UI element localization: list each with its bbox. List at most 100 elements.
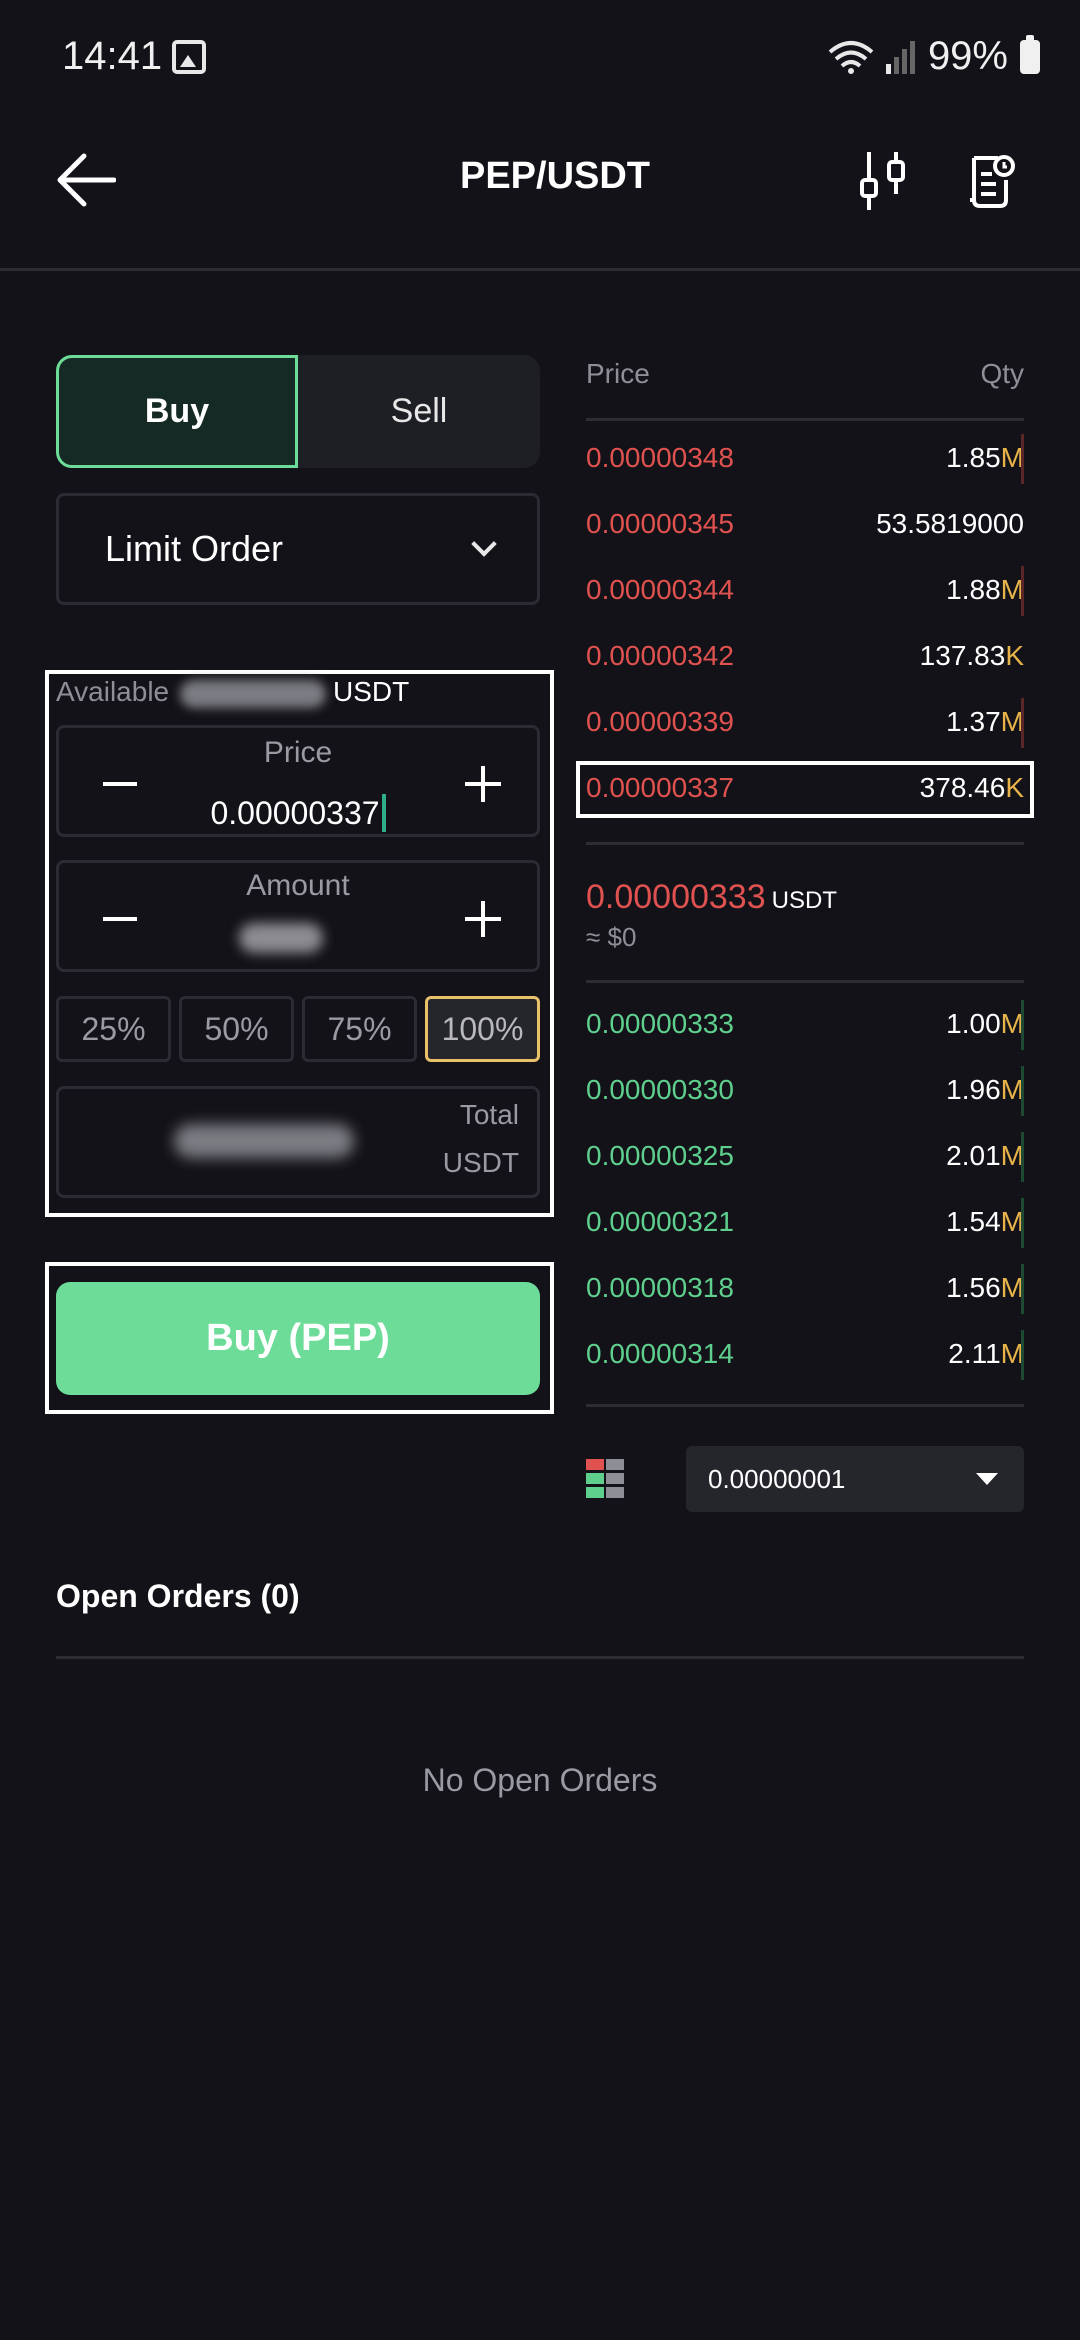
orderbook-divider [586, 980, 1024, 983]
bid-qty: 1.54M [946, 1206, 1024, 1237]
ask-qty: 378.46K [919, 772, 1024, 803]
ask-row[interactable]: 0.00000339 1.37M [586, 698, 1024, 748]
ask-depth-bar [1021, 566, 1024, 616]
amount-label: Amount [246, 869, 350, 902]
amount-decrement-button[interactable] [103, 917, 137, 921]
bid-qty: 1.56M [946, 1272, 1024, 1303]
last-price-unit: USDT [771, 887, 837, 914]
bid-row[interactable]: 0.00000325 2.01M [586, 1132, 1024, 1182]
amount-field[interactable]: Amount [56, 860, 540, 972]
percent-100-button[interactable]: 100% [425, 996, 540, 1062]
open-orders-divider [56, 1656, 1024, 1659]
total-value-redacted [174, 1124, 354, 1158]
percent-50-button[interactable]: 50% [179, 996, 294, 1062]
bid-row[interactable]: 0.00000333 1.00M [586, 1000, 1024, 1050]
bid-price: 0.00000318 [586, 1272, 734, 1303]
bid-depth-bar [1021, 1000, 1024, 1050]
bid-price: 0.00000330 [586, 1074, 734, 1105]
percent-25-button[interactable]: 25% [56, 996, 171, 1062]
ask-price: 0.00000339 [586, 706, 734, 737]
bid-depth-bar [1021, 1198, 1024, 1248]
header-divider [0, 268, 1080, 271]
bid-depth-bar [1021, 1330, 1024, 1380]
ask-row[interactable]: 0.00000348 1.85M [586, 434, 1024, 484]
ask-price: 0.00000345 [586, 508, 734, 539]
bid-row[interactable]: 0.00000321 1.54M [586, 1198, 1024, 1248]
total-field[interactable]: Total USDT [56, 1086, 540, 1198]
ask-qty: 1.85M [946, 442, 1024, 473]
last-price-usd: ≈ $0 [586, 922, 637, 952]
tick-size-select[interactable]: 0.00000001 [686, 1446, 1024, 1512]
price-label: Price [263, 736, 333, 769]
bid-row[interactable]: 0.00000318 1.56M [586, 1264, 1024, 1314]
sell-tab[interactable]: Sell [298, 355, 540, 468]
last-price: 0.00000333 USDT [586, 878, 837, 916]
amount-value-redacted[interactable] [239, 923, 323, 953]
battery-percent: 99% [927, 34, 1008, 78]
price-increment-button[interactable] [465, 766, 501, 802]
total-label: Total [459, 1099, 519, 1130]
bid-qty: 1.00M [946, 1008, 1024, 1039]
price-field[interactable]: Price 0.00000337 [56, 725, 540, 837]
ask-price: 0.00000337 [586, 772, 734, 803]
wifi-icon [828, 40, 874, 74]
candlestick-chart-icon[interactable] [858, 150, 908, 212]
ask-qty: 53.5819000 [876, 508, 1024, 539]
amount-increment-button[interactable] [465, 901, 501, 937]
ask-row[interactable]: 0.00000345 53.5819000 [586, 500, 1024, 550]
ask-price: 0.00000342 [586, 640, 734, 671]
chevron-down-icon [471, 531, 497, 557]
signal-icon [885, 40, 915, 74]
tick-size-value: 0.00000001 [708, 1463, 846, 1494]
bid-depth-bar [1021, 1132, 1024, 1182]
orderbook-divider [586, 1404, 1024, 1407]
buy-pep-button[interactable]: Buy (PEP) [56, 1282, 540, 1395]
available-unit: USDT [333, 676, 410, 707]
orderbook-qty-header: Qty [980, 358, 1024, 389]
orderbook-divider [586, 418, 1024, 421]
page-title: PEP/USDT [459, 155, 651, 197]
bid-row[interactable]: 0.00000314 2.11M [586, 1330, 1024, 1380]
ask-qty: 1.37M [946, 706, 1024, 737]
available-balance-redacted [180, 680, 326, 708]
text-cursor [381, 794, 386, 832]
ask-row[interactable]: 0.00000342 137.83K [586, 632, 1024, 682]
price-value: 0.00000337 [210, 795, 380, 831]
total-unit: USDT [442, 1147, 519, 1178]
image-icon [172, 40, 206, 74]
bid-price: 0.00000325 [586, 1140, 734, 1171]
bid-qty: 1.96M [946, 1074, 1024, 1105]
order-type-select[interactable]: Limit Order [56, 493, 540, 605]
order-history-icon[interactable] [966, 154, 1016, 208]
available-label: Available [56, 676, 170, 707]
ask-price: 0.00000344 [586, 574, 734, 605]
percent-75-button[interactable]: 75% [302, 996, 417, 1062]
status-time: 14:41 [62, 34, 163, 78]
bid-depth-bar [1021, 1264, 1024, 1314]
bid-depth-bar [1021, 1066, 1024, 1116]
no-open-orders-message: No Open Orders [422, 1762, 658, 1798]
bid-price: 0.00000321 [586, 1206, 734, 1237]
open-orders-title[interactable]: Open Orders (0) [56, 1578, 300, 1615]
ask-price: 0.00000348 [586, 442, 734, 473]
order-type-label: Limit Order [105, 528, 284, 569]
ask-qty: 1.88M [946, 574, 1024, 605]
orderbook-divider [586, 842, 1024, 845]
bid-price: 0.00000314 [586, 1338, 734, 1369]
battery-icon [1020, 34, 1040, 74]
ask-qty: 137.83K [919, 640, 1024, 671]
bid-row[interactable]: 0.00000330 1.96M [586, 1066, 1024, 1116]
price-decrement-button[interactable] [103, 782, 137, 786]
status-indicators: 99% [828, 34, 1040, 79]
orderbook-price-header: Price [586, 358, 650, 389]
buy-tab[interactable]: Buy [56, 355, 298, 468]
ask-depth-bar [1021, 698, 1024, 748]
bid-qty: 2.11M [948, 1338, 1024, 1369]
ask-row-best[interactable]: 0.00000337 378.46K [586, 764, 1024, 814]
bid-price: 0.00000333 [586, 1008, 734, 1039]
bid-qty: 2.01M [946, 1140, 1024, 1171]
triangle-down-icon [976, 1473, 998, 1485]
ask-depth-bar [1021, 434, 1024, 484]
book-layout-icon[interactable] [586, 1459, 626, 1499]
ask-row[interactable]: 0.00000344 1.88M [586, 566, 1024, 616]
